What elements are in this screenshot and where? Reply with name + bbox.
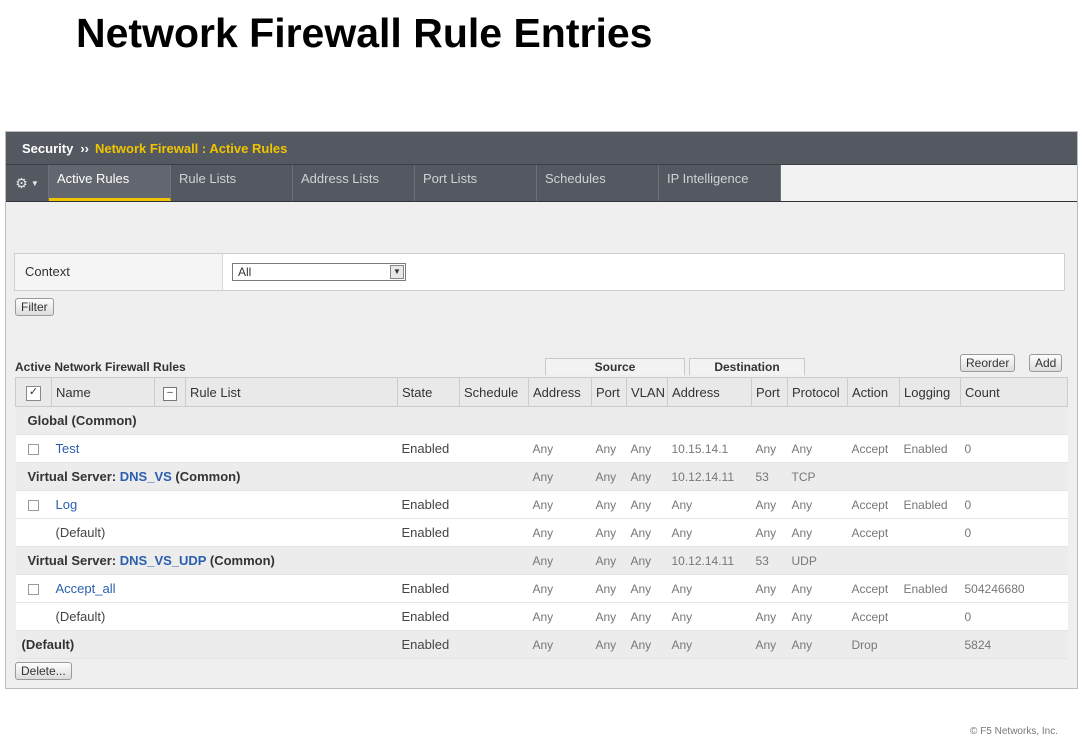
row-checkbox[interactable] [28, 584, 39, 596]
dropdown-arrow-icon[interactable]: ▼ [390, 265, 404, 279]
breadcrumb-root[interactable]: Security [22, 141, 73, 156]
col-logging[interactable]: Logging [899, 377, 961, 407]
col-rule-list[interactable]: Rule List [185, 377, 398, 407]
slide-title: Network Firewall Rule Entries [76, 10, 653, 56]
col-schedule[interactable]: Schedule [459, 377, 529, 407]
table-row[interactable]: Log Enabled Any Any Any Any Any Any Acce… [15, 490, 1068, 519]
select-all-checkbox[interactable]: ✓ [15, 377, 52, 407]
tab-rule-lists[interactable]: Rule Lists [171, 165, 293, 201]
firewall-ui-screenshot: Security ›› Network Firewall : Active Ru… [5, 131, 1078, 689]
rules-heading: Active Network Firewall Rules [15, 360, 186, 374]
group-row-global-default: (Default) Enabled Any Any Any Any Any An… [15, 630, 1068, 659]
col-state[interactable]: State [397, 377, 460, 407]
breadcrumb-separator: ›› [80, 140, 89, 156]
rule-name-link[interactable]: Log [51, 490, 398, 519]
reorder-button[interactable]: Reorder [960, 354, 1016, 372]
tab-ip-intelligence[interactable]: IP Intelligence [659, 165, 781, 201]
context-select[interactable]: All ▼ [232, 263, 406, 281]
rule-name-link[interactable]: Test [51, 434, 398, 463]
tab-active-rules[interactable]: Active Rules [49, 165, 171, 201]
gear-icon: ⚙ [15, 174, 28, 191]
virtual-server-link[interactable]: DNS_VS [120, 469, 172, 484]
table-row[interactable]: Accept_all Enabled Any Any Any Any Any A… [15, 574, 1068, 603]
virtual-server-link[interactable]: DNS_VS_UDP [120, 553, 206, 568]
table-row: (Default) Enabled Any Any Any Any Any An… [15, 518, 1068, 547]
col-name[interactable]: Name [51, 377, 155, 407]
col-protocol[interactable]: Protocol [787, 377, 848, 407]
context-filter-panel: Context All ▼ [14, 253, 1065, 291]
collapse-icon[interactable]: – [154, 377, 186, 407]
add-button[interactable]: Add [1029, 354, 1063, 372]
group-row-virtual-server: Virtual Server: DNS_VS_UDP (Common) Any … [15, 546, 1068, 575]
breadcrumb: Security ›› Network Firewall : Active Ru… [6, 132, 1077, 165]
global-default-title: (Default) [15, 630, 398, 659]
group-row-virtual-server: Virtual Server: DNS_VS (Common) Any Any … [15, 462, 1068, 491]
rules-table: ✓ Name – Rule List State Schedule Addres… [15, 377, 1068, 659]
tab-bar: ⚙ ▼ Active Rules Rule Lists Address List… [6, 165, 1077, 202]
settings-menu[interactable]: ⚙ ▼ [6, 165, 49, 201]
col-source-address[interactable]: Address [528, 377, 592, 407]
delete-button[interactable]: Delete... [15, 662, 72, 680]
tab-address-lists[interactable]: Address Lists [293, 165, 415, 201]
group-title-global: Global (Common) [15, 406, 398, 435]
row-checkbox[interactable] [28, 500, 39, 512]
col-vlan[interactable]: VLAN [626, 377, 668, 407]
table-row[interactable]: Test Enabled Any Any Any 10.15.14.1 Any … [15, 434, 1068, 463]
chevron-down-icon: ▼ [30, 178, 39, 188]
col-count[interactable]: Count [960, 377, 1068, 407]
filter-button[interactable]: Filter [15, 298, 54, 316]
context-select-value: All [238, 265, 252, 279]
tab-port-lists[interactable]: Port Lists [415, 165, 537, 201]
group-row-global: Global (Common) [15, 406, 1068, 435]
rule-name-link[interactable]: Accept_all [51, 574, 398, 603]
copyright-notice: © F5 Networks, Inc. [970, 726, 1058, 737]
tab-bar-filler [781, 165, 1077, 201]
col-destination-port[interactable]: Port [751, 377, 788, 407]
table-row: (Default) Enabled Any Any Any Any Any An… [15, 602, 1068, 631]
table-header-row: ✓ Name – Rule List State Schedule Addres… [15, 377, 1068, 407]
col-destination-address[interactable]: Address [667, 377, 752, 407]
col-source-port[interactable]: Port [591, 377, 627, 407]
col-action[interactable]: Action [847, 377, 900, 407]
default-rule-name: (Default) [51, 602, 398, 631]
row-checkbox[interactable] [28, 444, 39, 456]
destination-group-header: Destination [689, 358, 805, 375]
tab-schedules[interactable]: Schedules [537, 165, 659, 201]
breadcrumb-current: Network Firewall : Active Rules [94, 140, 288, 156]
source-group-header: Source [545, 358, 685, 375]
default-rule-name: (Default) [51, 518, 398, 547]
context-label: Context [15, 254, 223, 290]
